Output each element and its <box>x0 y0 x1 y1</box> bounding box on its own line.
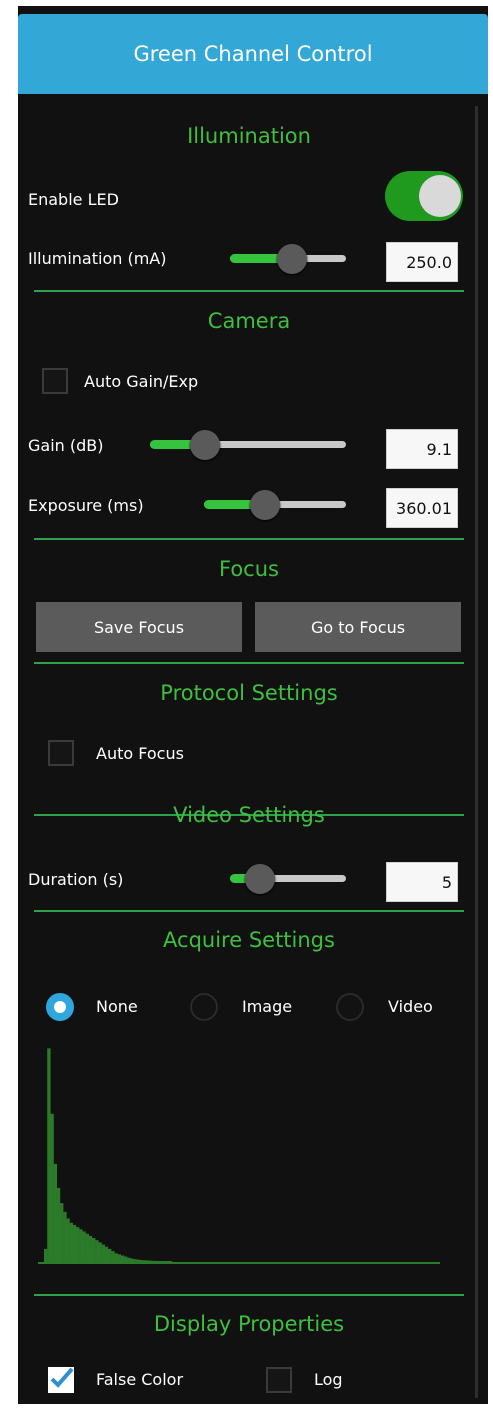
duration-slider[interactable] <box>230 864 346 894</box>
illumination-slider-label: Illumination (mA) <box>28 249 167 268</box>
exposure-label: Exposure (ms) <box>28 496 144 515</box>
histogram-bar <box>88 1235 93 1262</box>
log-checkbox[interactable] <box>266 1367 292 1393</box>
histogram-bar <box>149 1260 153 1262</box>
slider-handle[interactable] <box>244 864 275 894</box>
gain-slider[interactable] <box>150 430 346 460</box>
histogram-bar <box>53 1163 57 1262</box>
camera-section-title: Camera <box>207 309 291 333</box>
histogram-bar <box>114 1253 118 1262</box>
slider-handle[interactable] <box>249 490 280 520</box>
histogram-bar <box>146 1260 150 1262</box>
histogram-bar <box>101 1244 105 1262</box>
histogram-bar <box>143 1260 147 1262</box>
histogram-bar <box>63 1211 67 1262</box>
histogram-bar <box>130 1258 134 1262</box>
illumination-value-field[interactable]: 250.0 <box>386 242 458 282</box>
save-focus-button[interactable]: Save Focus <box>36 602 242 652</box>
panel-header[interactable]: Green Channel Control <box>18 14 488 94</box>
auto-focus-checkbox[interactable] <box>48 740 74 766</box>
histogram-bar <box>66 1218 70 1262</box>
histogram-bar <box>108 1248 112 1262</box>
histogram-bar <box>47 1048 51 1262</box>
histogram-bar <box>168 1261 173 1262</box>
histogram-bar <box>165 1261 169 1262</box>
exposure-value-field[interactable]: 360.01 <box>386 488 458 528</box>
histogram-bar <box>133 1259 137 1262</box>
green-channel-control-panel: Green Channel Control Illumination Enabl… <box>18 6 488 1404</box>
section-divider <box>34 290 464 292</box>
log-label: Log <box>314 1370 343 1389</box>
histogram-bar <box>92 1238 96 1262</box>
histogram-bar <box>159 1261 163 1262</box>
histogram-bar <box>85 1233 89 1262</box>
intensity-histogram <box>38 1048 440 1264</box>
histogram-bar <box>60 1203 64 1262</box>
histogram-bar <box>76 1227 80 1262</box>
acquire-video-radio[interactable] <box>336 993 364 1021</box>
histogram-bar <box>50 1113 54 1262</box>
histogram-bar <box>140 1260 144 1262</box>
focus-buttons-row: Save Focus Go to Focus <box>18 602 480 652</box>
auto-gain-exp-label: Auto Gain/Exp <box>84 372 199 391</box>
histogram-bar <box>104 1246 109 1262</box>
go-to-focus-button[interactable]: Go to Focus <box>255 602 461 652</box>
section-divider <box>34 538 464 540</box>
histogram-bar <box>72 1224 77 1262</box>
histogram-bar <box>95 1240 99 1262</box>
gain-label: Gain (dB) <box>28 436 104 455</box>
histogram-bar <box>69 1222 73 1262</box>
histogram-bar <box>120 1255 125 1262</box>
acquire-video-label: Video <box>388 997 433 1016</box>
section-divider <box>34 662 464 664</box>
histogram-bar <box>56 1187 61 1262</box>
duration-value-field[interactable]: 5 <box>386 862 458 902</box>
histogram-bar <box>127 1257 131 1262</box>
toggle-thumb <box>419 175 461 217</box>
scrollbar[interactable] <box>475 106 478 1398</box>
slider-handle[interactable] <box>189 430 220 460</box>
checkmark-icon <box>50 1367 74 1388</box>
histogram-bar <box>136 1259 141 1262</box>
false-color-checkbox[interactable] <box>48 1367 74 1393</box>
protocol-settings-section-title: Protocol Settings <box>160 681 338 705</box>
histogram-bar <box>79 1229 83 1262</box>
enable-led-label: Enable LED <box>28 190 119 209</box>
illumination-section-title: Illumination <box>187 124 311 148</box>
focus-section-title: Focus <box>219 557 279 581</box>
histogram-bar <box>98 1242 102 1262</box>
acquire-image-radio[interactable] <box>190 993 218 1021</box>
acquire-none-radio[interactable] <box>46 993 74 1021</box>
section-divider <box>34 910 464 912</box>
illumination-slider[interactable] <box>230 244 346 274</box>
auto-gain-exp-checkbox[interactable] <box>42 368 68 394</box>
acquire-image-label: Image <box>242 997 293 1016</box>
display-properties-section-title: Display Properties <box>153 1312 345 1336</box>
histogram-bar <box>162 1261 166 1262</box>
histogram-bar <box>82 1231 86 1262</box>
histogram-bar <box>44 1248 48 1262</box>
histogram-bar <box>124 1256 128 1262</box>
enable-led-toggle[interactable] <box>385 171 463 221</box>
histogram-bar <box>156 1260 160 1262</box>
acquire-none-label: None <box>96 997 138 1016</box>
section-divider <box>34 1294 464 1296</box>
histogram-bar <box>152 1260 157 1262</box>
exposure-slider[interactable] <box>204 490 346 520</box>
histogram-bar <box>117 1254 121 1262</box>
video-settings-section-title: Video Settings <box>173 803 325 827</box>
auto-focus-label: Auto Focus <box>96 744 184 763</box>
panel-title: Green Channel Control <box>133 42 373 66</box>
slider-handle[interactable] <box>277 244 308 274</box>
duration-label: Duration (s) <box>28 870 124 889</box>
acquire-settings-section-title: Acquire Settings <box>163 928 335 952</box>
histogram-bar <box>111 1251 115 1262</box>
false-color-label: False Color <box>96 1370 184 1389</box>
gain-value-field[interactable]: 9.1 <box>386 429 458 469</box>
